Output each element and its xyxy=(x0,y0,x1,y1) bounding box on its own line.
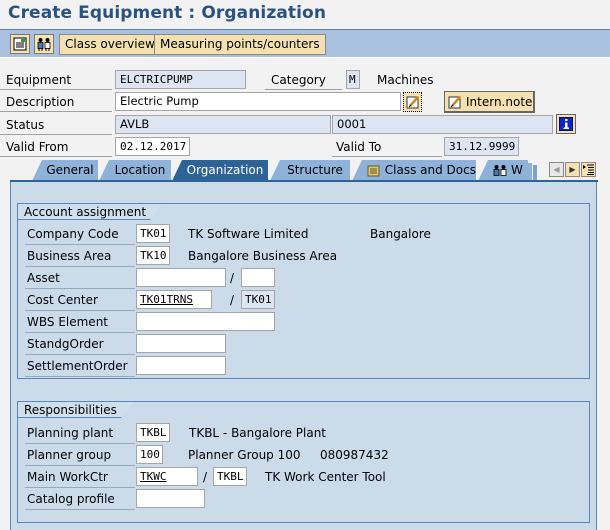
status-label: Status xyxy=(0,116,112,135)
standing-order-field[interactable] xyxy=(136,334,226,353)
wbs-element-field[interactable] xyxy=(136,312,275,331)
account-assignment-title: Account assignment xyxy=(17,203,163,220)
tab-structure[interactable]: Structure xyxy=(270,160,350,181)
status-number-field[interactable]: 0001 xyxy=(332,115,553,134)
cost-center-field[interactable]: TK01TRNS xyxy=(136,290,212,309)
planning-plant-text: TKBL - Bangalore Plant xyxy=(189,426,327,440)
display-document-icon xyxy=(13,37,27,51)
planner-group-field[interactable]: 100 xyxy=(136,445,163,464)
category-field[interactable]: M xyxy=(346,70,360,89)
tab-class-and-docs-label: Class and Docs xyxy=(384,163,476,177)
business-area-text: Bangalore Business Area xyxy=(188,249,338,263)
company-code-city: Bangalore xyxy=(370,227,431,241)
planning-plant-label: Planning plant xyxy=(25,423,135,444)
valid-to-field[interactable]: 31.12.9999 xyxy=(444,137,519,156)
company-code-field[interactable]: TK01 xyxy=(136,224,170,243)
info-icon xyxy=(559,117,573,131)
category-label: Category xyxy=(265,71,342,90)
status-info-button[interactable] xyxy=(556,114,576,134)
description-field[interactable]: Electric Pump xyxy=(115,92,401,111)
tab-organization[interactable]: Organization xyxy=(172,160,268,181)
company-code-label: Company Code xyxy=(25,224,135,245)
page-title: Create Equipment : Organization xyxy=(8,3,327,23)
main-workctr-plant-field[interactable]: TKBL xyxy=(213,467,247,486)
wbs-element-label: WBS Element xyxy=(25,312,135,333)
responsibilities-title: Responsibilities xyxy=(17,401,134,418)
main-workctr-field[interactable]: TKWC xyxy=(136,467,198,486)
settlement-order-label: SettlementOrder xyxy=(25,356,135,377)
arrow-right-icon: ▶ xyxy=(569,165,576,174)
equipment-label: Equipment xyxy=(0,71,112,90)
controlling-area-field[interactable]: TK01 xyxy=(241,290,275,309)
display-document-button[interactable] xyxy=(10,34,30,54)
partners-button[interactable] xyxy=(34,34,54,54)
measuring-points-button[interactable]: Measuring points/counters xyxy=(154,34,326,55)
panel-top-border xyxy=(10,180,598,182)
edit-note-icon xyxy=(448,95,461,108)
company-code-text: TK Software Limited xyxy=(188,227,309,241)
arrow-left-icon: ◀ xyxy=(553,165,560,174)
planner-group-text: Planner Group 100 xyxy=(188,448,301,462)
planner-group-phone: 080987432 xyxy=(320,448,389,462)
partners-icon xyxy=(37,38,51,51)
catalog-profile-label: Catalog profile xyxy=(25,489,135,510)
class-overview-button[interactable]: Class overview xyxy=(59,34,161,55)
valid-to-label: Valid To xyxy=(332,138,442,157)
standing-order-label: StandgOrder xyxy=(25,334,135,355)
catalog-profile-field[interactable] xyxy=(136,489,205,508)
main-workctr-text: TK Work Center Tool xyxy=(265,470,386,484)
partners-icon xyxy=(493,164,507,176)
asset-field[interactable] xyxy=(136,268,226,287)
tab-class-and-docs[interactable]: Class and Docs xyxy=(352,160,476,181)
planner-group-label: Planner group xyxy=(25,445,135,466)
category-text: Machines xyxy=(377,73,434,87)
business-area-label: Business Area xyxy=(25,246,135,267)
tab-overflow-edge xyxy=(533,165,537,181)
description-label: Description xyxy=(0,93,112,112)
tab-overflow-edge xyxy=(528,163,532,181)
main-workctr-separator: / xyxy=(203,470,208,484)
edit-text-icon xyxy=(406,96,419,109)
long-text-button[interactable] xyxy=(403,92,422,112)
tab-scroll-right-button[interactable]: ▶ xyxy=(565,162,580,177)
valid-from-label: Valid From xyxy=(0,138,112,157)
settlement-order-field[interactable] xyxy=(136,356,226,375)
planning-plant-field[interactable]: TKBL xyxy=(136,423,170,442)
tab-scroll-left-button[interactable]: ◀ xyxy=(549,162,564,177)
tab-general[interactable]: General xyxy=(32,160,98,181)
tab-w-label: W xyxy=(511,163,523,177)
tab-location[interactable]: Location xyxy=(99,160,171,181)
status-field[interactable]: AVLB xyxy=(115,115,331,134)
intern-note-label: Intern.note xyxy=(466,94,533,109)
tab-w[interactable]: W xyxy=(478,160,528,181)
business-area-field[interactable]: TK10 xyxy=(136,246,170,265)
intern-note-button[interactable]: Intern.note xyxy=(444,91,535,113)
cost-center-label: Cost Center xyxy=(25,290,135,311)
equipment-field[interactable]: ELCTRICPUMP xyxy=(115,70,246,89)
asset-subnumber-field[interactable] xyxy=(241,268,275,287)
main-workctr-label: Main WorkCtr xyxy=(25,467,135,488)
asset-label: Asset xyxy=(25,268,135,289)
asset-separator: / xyxy=(230,271,235,285)
valid-from-field[interactable]: 02.12.2017 xyxy=(115,137,190,156)
tab-list-icon xyxy=(583,164,594,175)
tab-list-button[interactable] xyxy=(581,162,596,177)
cost-center-separator: / xyxy=(230,293,235,307)
scroll-document-icon xyxy=(367,165,380,176)
